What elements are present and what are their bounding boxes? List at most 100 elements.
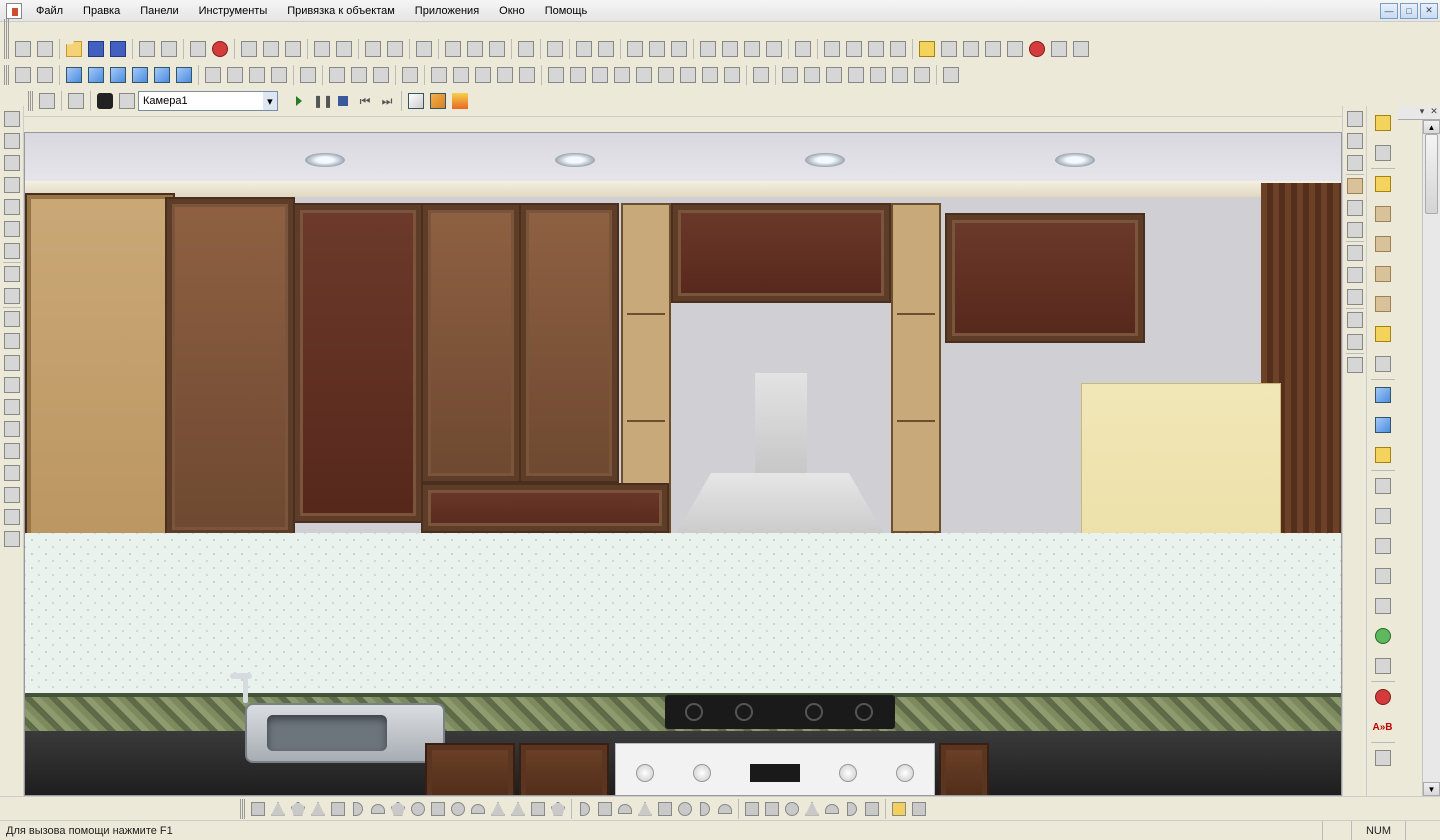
scroll-thumb[interactable]: [1425, 134, 1438, 214]
arch-tool[interactable]: [1, 330, 23, 352]
yline-button[interactable]: [646, 38, 668, 60]
camera-select[interactable]: ▾: [138, 91, 278, 111]
hand-tool[interactable]: [1, 484, 23, 506]
camera-input[interactable]: [139, 95, 263, 107]
menu-file[interactable]: Файл: [26, 2, 73, 20]
snap-tool[interactable]: [1344, 264, 1366, 286]
preview-button[interactable]: [158, 38, 180, 60]
new2-button[interactable]: [34, 38, 56, 60]
slab-lock-tool[interactable]: [1368, 289, 1398, 319]
cursor-button[interactable]: [311, 38, 333, 60]
shape-half[interactable]: [842, 799, 862, 819]
poly-tool[interactable]: [1, 285, 23, 307]
arc-tool[interactable]: [1, 152, 23, 174]
bulb-button[interactable]: [1070, 38, 1092, 60]
shape-rect[interactable]: [595, 799, 615, 819]
win2-button[interactable]: [450, 64, 472, 86]
shape-circ[interactable]: [408, 799, 428, 819]
win3-button[interactable]: [472, 64, 494, 86]
table2-tool[interactable]: [1368, 501, 1398, 531]
wireframe-button[interactable]: [405, 90, 427, 112]
print-button[interactable]: [136, 38, 158, 60]
shape-arc[interactable]: [368, 799, 388, 819]
slab-yellow-tool[interactable]: [1368, 169, 1398, 199]
layers6-button[interactable]: [889, 64, 911, 86]
camera-icon[interactable]: [94, 90, 116, 112]
spray-button[interactable]: [940, 64, 962, 86]
layers3-button[interactable]: [823, 64, 845, 86]
slab-step-tool[interactable]: [1368, 259, 1398, 289]
menu-panels[interactable]: Панели: [130, 2, 188, 20]
rect-c-button[interactable]: [865, 38, 887, 60]
corner-tool[interactable]: [1344, 108, 1366, 130]
rect-d-button[interactable]: [887, 38, 909, 60]
open-button[interactable]: [63, 38, 85, 60]
shape-arc[interactable]: [822, 799, 842, 819]
paste3-button[interactable]: [486, 38, 508, 60]
shape-rect[interactable]: [909, 799, 929, 819]
shaded-button[interactable]: [427, 90, 449, 112]
measure2-tool[interactable]: [1, 462, 23, 484]
move-tool[interactable]: [1, 418, 23, 440]
scroll-up-icon[interactable]: ▲: [1423, 120, 1440, 134]
select-tool[interactable]: [1, 108, 23, 130]
cube1-button[interactable]: [63, 64, 85, 86]
zoom-out-button[interactable]: [34, 64, 56, 86]
stop-button[interactable]: [1026, 38, 1048, 60]
layers2-button[interactable]: [801, 64, 823, 86]
snap7-button[interactable]: [677, 64, 699, 86]
table6-tool[interactable]: [1368, 651, 1398, 681]
shape-half[interactable]: [348, 799, 368, 819]
shape-half[interactable]: [575, 799, 595, 819]
trash-tool[interactable]: [1344, 331, 1366, 353]
align-tool[interactable]: [1344, 309, 1366, 331]
cube6-button[interactable]: [173, 64, 195, 86]
cursor-y-tool[interactable]: [1368, 440, 1398, 470]
node4-button[interactable]: [268, 64, 290, 86]
save-button[interactable]: [85, 38, 107, 60]
rect-a-button[interactable]: [821, 38, 843, 60]
shape-tri[interactable]: [802, 799, 822, 819]
grid1-button[interactable]: [399, 64, 421, 86]
measure-tool[interactable]: [1, 440, 23, 462]
stop-button[interactable]: [332, 90, 354, 112]
tool-black-tool[interactable]: [1368, 349, 1398, 379]
shape-rect[interactable]: [742, 799, 762, 819]
shape-arc[interactable]: [715, 799, 735, 819]
node2-button[interactable]: [224, 64, 246, 86]
prev-button[interactable]: ⏮: [354, 90, 376, 112]
props-button[interactable]: [544, 38, 566, 60]
cut-button[interactable]: [238, 38, 260, 60]
saveall-button[interactable]: [107, 38, 129, 60]
cube5-button[interactable]: [151, 64, 173, 86]
shape-rect[interactable]: [328, 799, 348, 819]
win1-button[interactable]: [428, 64, 450, 86]
copy2-button[interactable]: [442, 38, 464, 60]
shape-rect[interactable]: [862, 799, 882, 819]
angle-tool[interactable]: [1344, 197, 1366, 219]
shape-arc[interactable]: [468, 799, 488, 819]
shape-arc[interactable]: [615, 799, 635, 819]
undo-button[interactable]: [187, 38, 209, 60]
play-button[interactable]: [288, 90, 310, 112]
circle-tool[interactable]: [1, 263, 23, 285]
pencil-button[interactable]: [297, 64, 319, 86]
slash-button[interactable]: [741, 38, 763, 60]
viewport-3d[interactable]: [24, 132, 1342, 796]
snap8-button[interactable]: [699, 64, 721, 86]
layers5-button[interactable]: [867, 64, 889, 86]
corner-button[interactable]: [792, 38, 814, 60]
close-button[interactable]: ✕: [1420, 3, 1438, 19]
sketch-tool[interactable]: [1, 528, 23, 550]
line-tool[interactable]: [1, 130, 23, 152]
grid-small-tool[interactable]: [1368, 743, 1398, 773]
panel-edit-tool[interactable]: [1368, 138, 1398, 168]
star-button[interactable]: [384, 38, 406, 60]
spline-tool[interactable]: [1, 174, 23, 196]
chevron-down-icon[interactable]: ▾: [263, 92, 277, 110]
dot-button[interactable]: [697, 38, 719, 60]
globe-tool[interactable]: [1344, 286, 1366, 308]
shape-tri[interactable]: [488, 799, 508, 819]
paste-button[interactable]: [282, 38, 304, 60]
cube4-button[interactable]: [129, 64, 151, 86]
